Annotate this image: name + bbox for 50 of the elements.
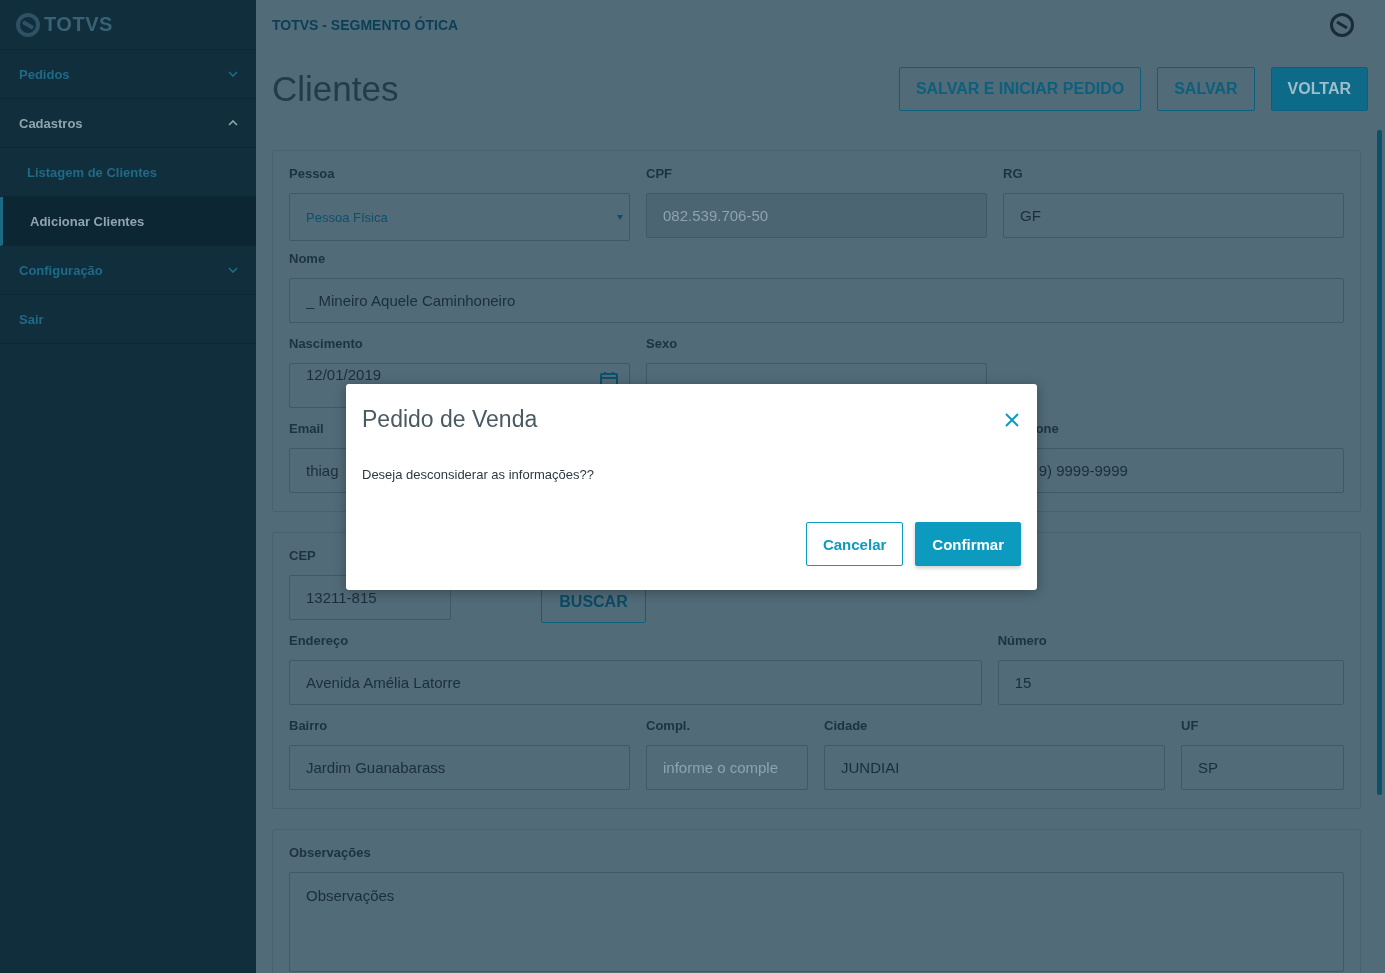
menu-item[interactable]: Pedidos bbox=[0, 50, 256, 99]
field-label: Endereço bbox=[289, 631, 349, 650]
dialog-button[interactable]: Cancelar bbox=[805, 522, 904, 566]
logo-icon bbox=[16, 12, 40, 37]
field-label: RG bbox=[1003, 164, 1023, 183]
input-field[interactable]: Avenida Amélia Latorre bbox=[289, 660, 982, 705]
menu-item[interactable]: Sair bbox=[0, 295, 256, 344]
field-label: Nascimento bbox=[289, 334, 363, 353]
submenu-item[interactable]: Adicionar Clientes bbox=[0, 197, 256, 246]
field-label: UF bbox=[1181, 716, 1199, 735]
input-field: 082.539.706-50 bbox=[646, 193, 987, 238]
action-button[interactable]: SALVAR bbox=[1157, 67, 1255, 111]
dialog-message: Deseja desconsiderar as informações?? bbox=[362, 467, 595, 482]
chevron-down-icon bbox=[228, 71, 238, 77]
text-area[interactable]: Observações bbox=[289, 872, 1344, 972]
scrollbar[interactable] bbox=[1377, 130, 1382, 795]
input-field[interactable]: SP bbox=[1181, 745, 1344, 790]
action-button[interactable]: SALVAR E INICIAR PEDIDO bbox=[898, 67, 1142, 111]
input-field[interactable]: Jardim Guanabarass bbox=[289, 745, 630, 790]
menu-item[interactable]: Configuração bbox=[0, 246, 256, 295]
logo-text: TOTVS bbox=[44, 13, 113, 36]
field-label: Pessoa bbox=[289, 164, 335, 183]
field-label: CPF bbox=[646, 164, 672, 183]
caret-icon bbox=[617, 214, 623, 220]
field-label: Nome bbox=[289, 249, 326, 268]
chevron-down-icon bbox=[228, 267, 238, 273]
input-field[interactable]: informe o comple bbox=[646, 745, 808, 790]
breadcrumb: TOTVS - SEGMENTO ÓTICA bbox=[272, 17, 459, 33]
field-label: Cidade bbox=[824, 716, 868, 735]
select-field[interactable]: Pessoa Física bbox=[289, 193, 630, 241]
field-label: one bbox=[1035, 419, 1059, 438]
action-button[interactable]: VOLTAR bbox=[1270, 67, 1368, 111]
input-field[interactable]: GF bbox=[1003, 193, 1344, 238]
dialog-button[interactable]: Confirmar bbox=[915, 522, 1021, 566]
sync-icon[interactable] bbox=[1329, 12, 1355, 38]
input-field[interactable]: JUNDIAI bbox=[824, 745, 1165, 790]
close-button[interactable] bbox=[1003, 410, 1021, 429]
input-field[interactable]: _ Mineiro Aquele Caminhoneiro bbox=[289, 278, 1344, 323]
field-label: Bairro bbox=[289, 716, 328, 735]
field-label: Sexo bbox=[646, 334, 678, 353]
field-label: Número bbox=[997, 631, 1047, 650]
field-label: Email bbox=[289, 419, 324, 438]
dialog-title: Pedido de Venda bbox=[362, 406, 538, 433]
menu-item[interactable]: Cadastros bbox=[0, 99, 256, 148]
select-value: Pessoa Física bbox=[306, 209, 388, 225]
field-label: CEP bbox=[289, 546, 316, 565]
input-field[interactable]: 15 bbox=[997, 660, 1344, 705]
chevron-up-icon bbox=[228, 120, 238, 126]
field-label: Compl. bbox=[646, 716, 691, 735]
field-label: Observações bbox=[289, 843, 371, 862]
